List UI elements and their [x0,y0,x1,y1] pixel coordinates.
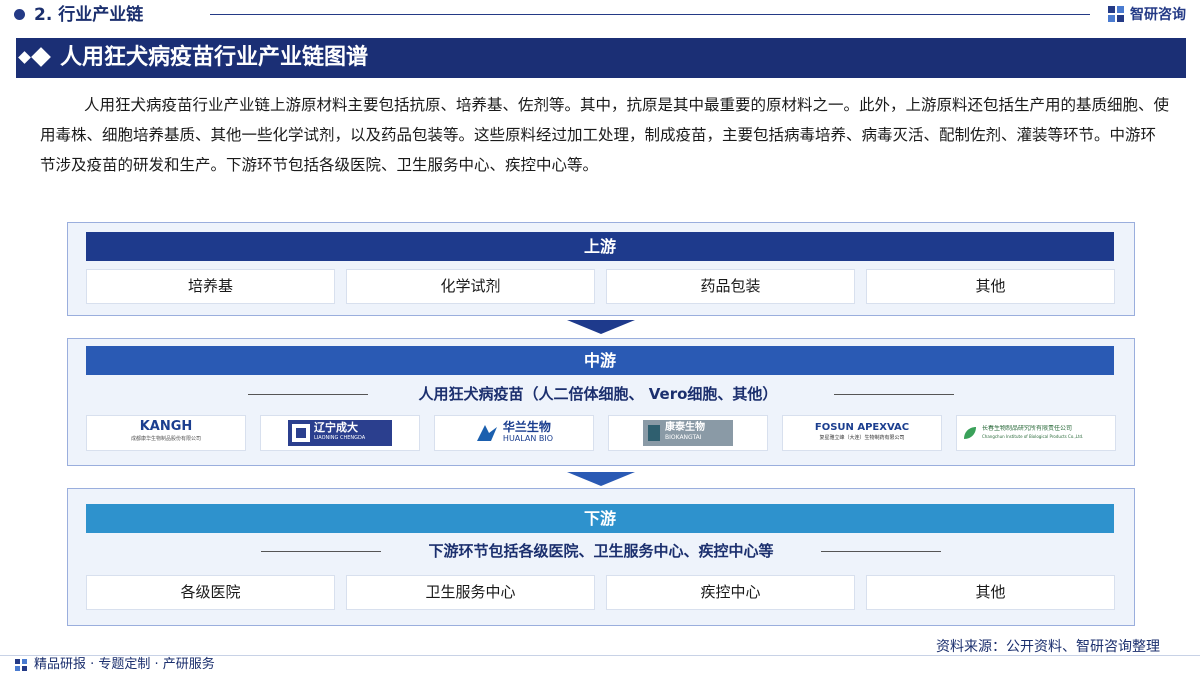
subtitle-line-right [834,394,954,395]
upstream-header: 上游 [86,232,1114,261]
page-title: 人用狂犬病疫苗行业产业链图谱 [60,45,369,70]
upstream-item: 其他 [866,269,1115,304]
midstream-panel: 中游 人用狂犬病疫苗（人二倍体细胞、 Vero细胞、其他） KANGH 成都康华… [67,338,1135,466]
subtitle-line-left [248,394,368,395]
logo-name: 辽宁成大 [314,421,358,434]
logo-name: 长春生物制品研究所有限责任公司 [982,425,1073,432]
footer-services: 精品研报 · 专题定制 · 产研服务 [34,657,215,672]
company-logo-kanghua: KANGH 成都康华生物制品股份有限公司 [86,415,246,451]
flow-arrow-icon [567,320,635,334]
logo-name: KANGH [139,419,193,434]
downstream-item: 其他 [866,575,1115,610]
logo-name: 华兰生物 [502,420,551,434]
upstream-item: 药品包装 [606,269,855,304]
company-logo-kangtai: 康泰生物 BIOKANGTAI [608,415,768,451]
downstream-item: 卫生服务中心 [346,575,595,610]
header-divider [210,14,1090,15]
downstream-header: 下游 [86,504,1114,533]
midstream-header: 中游 [86,346,1114,375]
changchun-leaf-icon [964,427,976,439]
logo-subtext: 复星雅立峰（大连）生物制药有限公司 [819,435,905,441]
company-logo-fosun-apexvac: FOSUN APEXVAC 复星雅立峰（大连）生物制药有限公司 [782,415,942,451]
kangtai-mark-icon [648,425,660,441]
downstream-subtitle: 下游环节包括各级医院、卫生服务中心、疾控中心等 [428,542,774,560]
downstream-item: 疾控中心 [606,575,855,610]
logo-subtext: HUALAN BIO [502,434,554,443]
footer-brand-icon [15,659,27,671]
brand-logo: 智研咨询 [1107,4,1186,24]
upstream-panel: 上游 培养基 化学试剂 药品包装 其他 [67,222,1135,316]
flow-arrow-icon [567,472,635,486]
upstream-item: 化学试剂 [346,269,595,304]
upstream-item: 培养基 [86,269,335,304]
downstream-panel: 下游 下游环节包括各级医院、卫生服务中心、疾控中心等 各级医院 卫生服务中心 疾… [67,488,1135,626]
brand-mark-icon [1108,6,1124,22]
logo-subtext: LIAONING CHENGDA [314,435,366,441]
downstream-item: 各级医院 [86,575,335,610]
hualan-mark-icon [476,425,497,441]
source-note: 资料来源：公开资料、智研咨询整理 [936,639,1160,655]
logo-subtext: 成都康华生物制品股份有限公司 [130,436,201,442]
subtitle-line-left [261,551,381,552]
section-bullet-icon [14,9,25,20]
company-logo-chengda: 辽宁成大 LIAONING CHENGDA [260,415,420,451]
section-title: 2. 行业产业链 [34,5,144,25]
brand-name: 智研咨询 [1130,7,1186,23]
company-logo-changchun-institute: 长春生物制品研究所有限责任公司 Changchun Institute of B… [956,415,1116,451]
logo-subtext: Changchun Institute of Biological Produc… [982,434,1084,439]
chengda-mark-icon [292,424,310,442]
logo-subtext: BIOKANGTAI [665,434,702,441]
logo-name: FOSUN APEXVAC [814,422,910,433]
company-logo-hualan: 华兰生物 HUALAN BIO [434,415,594,451]
intro-paragraph: 人用狂犬病疫苗行业产业链上游原材料主要包括抗原、培养基、佐剂等。其中，抗原是其中… [40,96,1170,174]
subtitle-line-right [821,551,941,552]
logo-name: 康泰生物 [665,422,705,433]
midstream-subtitle: 人用狂犬病疫苗（人二倍体细胞、 Vero细胞、其他） [418,385,778,403]
